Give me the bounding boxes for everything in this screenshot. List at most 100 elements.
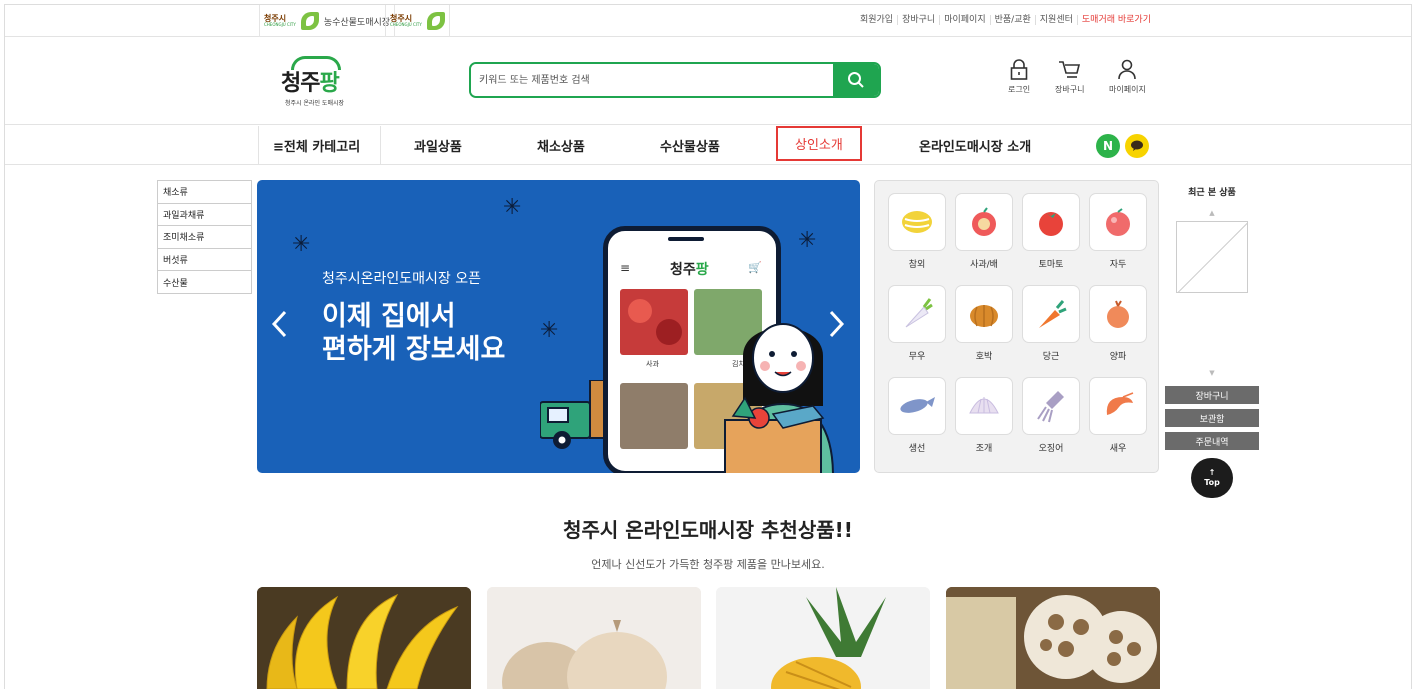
phone-logo-text: 청주	[670, 262, 696, 278]
site-logo[interactable]: 청주팡 청주시 온라인 도매시장	[277, 56, 357, 108]
lotus-root-image	[946, 587, 1160, 689]
lock-icon	[1010, 59, 1028, 80]
login-button[interactable]: 로그인	[1008, 59, 1030, 95]
category-melon[interactable]: 참외	[888, 193, 946, 270]
top-utility-bar: 청주시 CHEONGJU CITY 농수산물도매시장 청주시 CHEONGJU CI…	[5, 5, 1411, 37]
category-apple-pear[interactable]: 사과/배	[955, 193, 1013, 270]
category-clam[interactable]: 조개	[955, 377, 1013, 454]
category-label: 무우	[908, 352, 926, 362]
main-banner[interactable]: ✳ ✳ ✳ ✳ 청주시온라인도매시장 오픈 이제 집에서 편하게 장보세요 ≡ …	[257, 180, 860, 473]
nav-fruit[interactable]: 과일상품	[414, 126, 462, 165]
nav-market-intro[interactable]: 온라인도매시장 소개	[919, 126, 1031, 165]
category-label: 당근	[1042, 352, 1060, 362]
side-category-item[interactable]: 과일과채류	[158, 204, 251, 227]
category-tomato[interactable]: 토마토	[1022, 193, 1080, 270]
recommend-title: 청주시 온라인도매시장 추천상품!!	[563, 518, 853, 542]
link-cart[interactable]: 장바구니	[897, 15, 939, 25]
scroll-top-button[interactable]: ↑ Top	[1191, 458, 1233, 498]
kakao-talk-button[interactable]	[1125, 134, 1149, 158]
pineapple-image	[716, 587, 930, 689]
sparkle-icon: ✳	[503, 195, 522, 220]
recent-item-placeholder[interactable]	[1176, 221, 1248, 293]
banner-headline: 이제 집에서 편하게 장보세요	[322, 301, 506, 365]
category-label: 참외	[908, 260, 926, 270]
category-carrot[interactable]: 당근	[1022, 285, 1080, 362]
side-category-item[interactable]: 수산물	[158, 271, 251, 294]
nav-merchant-intro[interactable]: 상인소개	[776, 126, 862, 161]
link-mypage[interactable]: 마이페이지	[939, 15, 989, 25]
side-category-list: 채소류 과일과채류 조미채소류 버섯류 수산물	[157, 180, 252, 294]
squid-icon	[1037, 391, 1064, 423]
top-label: Top	[1204, 478, 1220, 487]
phone-item-apple: 사과	[646, 360, 659, 368]
wholesale-market-label: 농수산물도매시장	[323, 17, 391, 28]
link-wholesale-shortcut[interactable]: 도매거래 바로가기	[1076, 15, 1155, 25]
leaf-logo-icon	[426, 12, 445, 30]
logo-text: 청주	[281, 71, 320, 96]
scroll-down-icon[interactable]: ▼	[1172, 369, 1252, 377]
wholesale-market-logo-link[interactable]: 청주시 CHEONGJU CITY 농수산물도매시장	[259, 5, 396, 37]
banner-prev-button[interactable]	[271, 310, 287, 344]
side-category-item[interactable]: 조미채소류	[158, 226, 251, 249]
side-category-item[interactable]: 채소류	[158, 181, 251, 204]
side-category-item[interactable]: 버섯류	[158, 249, 251, 272]
recently-viewed-title: 최근 본 상품	[1188, 188, 1236, 198]
category-fish[interactable]: 생선	[888, 377, 946, 454]
search-button[interactable]	[833, 64, 879, 96]
category-label: 오징어	[1038, 444, 1064, 454]
banana-image	[257, 587, 471, 689]
quick-cart-button[interactable]: 장바구니	[1165, 386, 1259, 406]
link-support-center[interactable]: 지원센터	[1034, 15, 1077, 25]
onion-image	[487, 587, 701, 689]
mypage-button[interactable]: 마이페이지	[1109, 59, 1146, 95]
product-card-lotus-root[interactable]	[946, 587, 1160, 689]
arrow-up-icon: ↑	[1208, 468, 1216, 477]
quick-order-history-button[interactable]: 주문내역	[1165, 432, 1259, 452]
link-signup[interactable]: 회원가입	[856, 15, 897, 25]
leaf-logo-icon	[300, 12, 319, 30]
category-pumpkin[interactable]: 호박	[955, 285, 1013, 362]
category-plum[interactable]: 자두	[1089, 193, 1147, 270]
category-icon-grid: 참외 사과/배 토마토 자두 무우 호박 당근 양파 생선 조개 오징어 새우	[874, 180, 1159, 473]
onion-icon	[1107, 300, 1129, 328]
product-card-onion[interactable]	[487, 587, 701, 689]
category-label: 새우	[1109, 444, 1127, 454]
category-label: 토마토	[1038, 260, 1064, 270]
category-label: 조개	[975, 444, 993, 454]
plum-icon	[1106, 208, 1130, 236]
apple-photo	[620, 289, 688, 355]
quick-storage-button[interactable]: 보관함	[1165, 409, 1259, 429]
category-label: 생선	[908, 444, 926, 454]
nav-seafood[interactable]: 수산물상품	[660, 126, 720, 165]
scroll-up-icon[interactable]: ▲	[1172, 209, 1252, 217]
cart-button[interactable]: 장바구니	[1055, 59, 1084, 95]
top-links: 회원가입 장바구니 마이페이지 반품/교환 지원센터 도매거래 바로가기	[856, 15, 1155, 25]
all-categories-button[interactable]: ≡전체 카테고리	[258, 126, 381, 165]
product-card-pineapple[interactable]	[716, 587, 930, 689]
cheongju-city-mini-logo: 청주시 CHEONGJU CITY	[390, 14, 422, 27]
category-label: 호박	[975, 352, 993, 362]
product-card-banana[interactable]	[257, 587, 471, 689]
search-icon	[848, 72, 864, 88]
naver-blog-button[interactable]: N	[1096, 134, 1120, 158]
shellfish-photo	[620, 383, 688, 449]
search-input[interactable]	[471, 64, 833, 96]
logo-accent: 팡	[319, 71, 339, 96]
category-shrimp[interactable]: 새우	[1089, 377, 1147, 454]
tomato-icon	[1039, 212, 1063, 236]
cart-icon	[1058, 61, 1080, 78]
category-label: 자두	[1109, 260, 1127, 270]
radish-icon	[905, 298, 933, 328]
category-radish[interactable]: 무우	[888, 285, 946, 362]
link-return-exchange[interactable]: 반품/교환	[989, 15, 1035, 25]
cheongju-city-logo-link[interactable]: 청주시 CHEONGJU CITY	[385, 5, 450, 37]
category-squid[interactable]: 오징어	[1022, 377, 1080, 454]
cheongju-city-mini-logo: 청주시 CHEONGJU CITY	[264, 14, 296, 27]
nav-vegetable[interactable]: 채소상품	[537, 126, 585, 165]
mypage-label: 마이페이지	[1109, 85, 1146, 94]
sparkle-icon: ✳	[540, 318, 559, 343]
main-nav: ≡전체 카테고리 과일상품 채소상품 수산물상품 상인소개 온라인도매시장 소개…	[5, 126, 1411, 165]
category-onion[interactable]: 양파	[1089, 285, 1147, 362]
category-label: 양파	[1109, 352, 1127, 362]
naver-icon: N	[1102, 139, 1114, 153]
